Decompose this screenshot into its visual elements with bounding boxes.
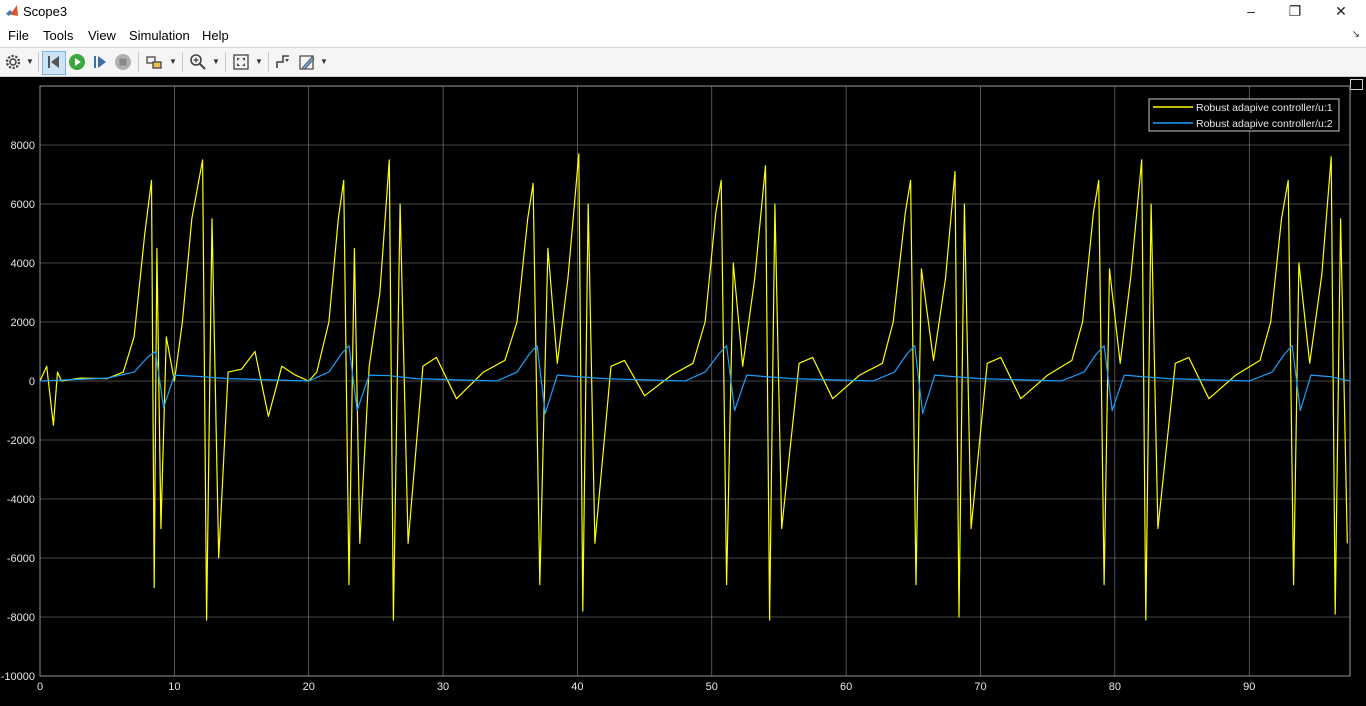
minimize-button[interactable]: – — [1228, 0, 1274, 24]
y-tick-label: -2000 — [7, 435, 35, 447]
window-title: Scope3 — [23, 4, 68, 19]
y-tick-label: 6000 — [11, 199, 35, 211]
x-tick-label: 50 — [706, 681, 718, 693]
scope-display: 0 10 20 30 40 50 60 70 80 90 -10000 -8000 -6000 -4000… — [0, 77, 1366, 706]
x-tick-label: 70 — [974, 681, 986, 693]
x-tick-label: 80 — [1109, 681, 1121, 693]
settings-icon[interactable] — [4, 53, 22, 71]
legend-label-series-2: Robust adapive controller/u:2 — [1196, 118, 1333, 130]
edit-properties-icon[interactable] — [298, 53, 316, 71]
toolbar: ▼ ▼ ▼ ▼ ▼ — [0, 47, 1366, 77]
x-tick-label: 20 — [303, 681, 315, 693]
x-tick-label: 60 — [840, 681, 852, 693]
legend-label-series-1: Robust adapive controller/u:1 — [1196, 102, 1333, 114]
y-tick-label: -8000 — [7, 612, 35, 624]
step-forward-icon[interactable] — [91, 53, 109, 71]
autoscale-dropdown-icon[interactable]: ▼ — [255, 57, 263, 66]
autoscale-icon[interactable] — [232, 53, 250, 71]
edit-dropdown-icon[interactable]: ▼ — [320, 57, 328, 66]
y-tick-label: -10000 — [1, 671, 35, 683]
highlight-block-icon[interactable] — [145, 53, 163, 71]
menu-tools[interactable]: Tools — [43, 28, 73, 43]
x-tick-label: 40 — [571, 681, 583, 693]
y-tick-label: -4000 — [7, 494, 35, 506]
x-tick-label: 10 — [168, 681, 180, 693]
x-tick-label: 90 — [1243, 681, 1255, 693]
y-tick-label: 4000 — [11, 258, 35, 270]
maximize-button[interactable]: ❐ — [1272, 0, 1318, 24]
zoom-icon[interactable] — [189, 53, 207, 71]
matlab-icon — [6, 5, 18, 16]
menu-help[interactable]: Help — [202, 28, 229, 43]
y-tick-label: -6000 — [7, 553, 35, 565]
close-button[interactable]: ✕ — [1318, 0, 1364, 24]
scope-plot[interactable]: 0 10 20 30 40 50 60 70 80 90 -10000 -8000 -6000 -4000… — [0, 77, 1366, 706]
menu-overflow-icon[interactable]: ↘ — [1352, 29, 1360, 40]
legend: Robust adapive controller/u:1 Robust ada… — [1148, 98, 1340, 132]
menu-view[interactable]: View — [88, 28, 116, 43]
y-tick-label: 0 — [29, 376, 35, 388]
run-icon[interactable] — [68, 53, 86, 71]
menu-bar: File Tools View Simulation Help ↘ — [0, 24, 1366, 47]
x-tick-label: 0 — [37, 681, 43, 693]
stop-icon[interactable] — [114, 53, 132, 71]
menu-file[interactable]: File — [8, 28, 29, 43]
triggers-icon[interactable] — [274, 53, 292, 71]
y-tick-label: 2000 — [11, 317, 35, 329]
step-back-icon[interactable] — [45, 53, 63, 71]
y-tick-label: 8000 — [11, 140, 35, 152]
x-tick-label: 30 — [437, 681, 449, 693]
menu-simulation[interactable]: Simulation — [129, 28, 190, 43]
settings-dropdown-icon[interactable]: ▼ — [26, 57, 34, 66]
title-bar: Scope3 – ❐ ✕ — [0, 0, 1366, 24]
highlight-dropdown-icon[interactable]: ▼ — [169, 57, 177, 66]
zoom-dropdown-icon[interactable]: ▼ — [212, 57, 220, 66]
